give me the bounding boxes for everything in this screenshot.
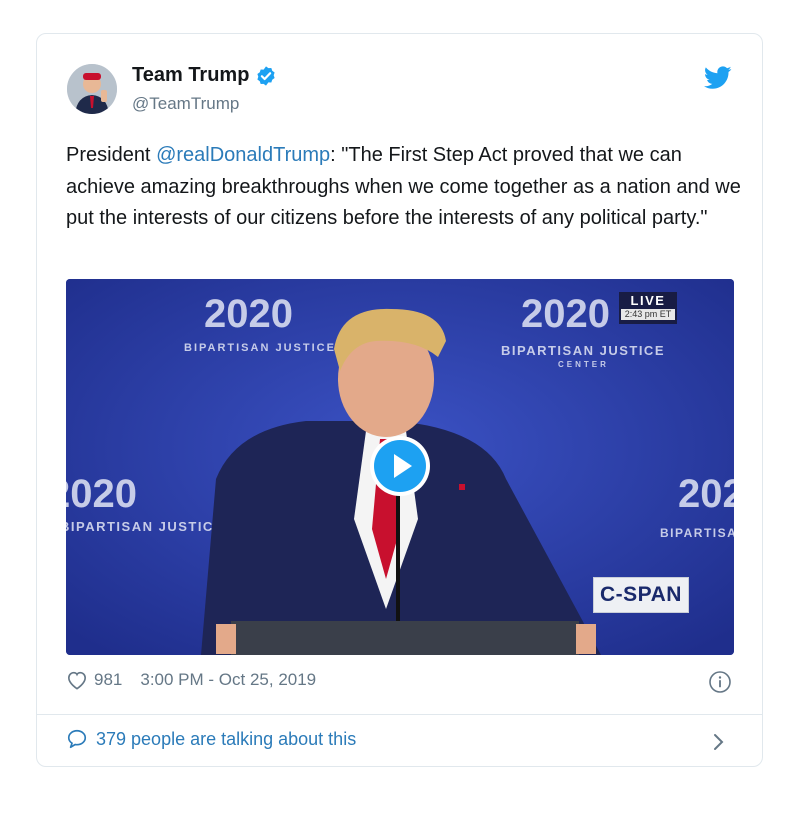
chevron-right-icon[interactable] <box>712 731 726 753</box>
tweet-text: President @realDonaldTrump: "The First S… <box>66 140 746 235</box>
backdrop-logo-number: 2020 <box>204 292 293 336</box>
like-count[interactable]: 981 <box>94 670 122 690</box>
live-time: 2:43 pm ET <box>621 309 675 320</box>
tweet-prefix: President <box>66 144 157 166</box>
reply-bubble-icon <box>67 729 87 749</box>
network-logo: C-SPAN <box>593 577 689 613</box>
backdrop-logo-text: BIPARTISAN JUSTICE <box>660 526 734 540</box>
author-handle[interactable]: @TeamTrump <box>132 94 239 114</box>
play-icon <box>374 440 426 492</box>
backdrop-logo-text: BIPARTISAN JUSTICE <box>184 342 336 354</box>
author-avatar[interactable] <box>67 64 117 114</box>
tweet-timestamp[interactable]: 3:00 PM - Oct 25, 2019 <box>140 670 316 690</box>
video-player[interactable]: 2020 BIPARTISAN JUSTICE 2020 BIPARTISAN … <box>66 279 734 655</box>
divider <box>37 714 762 715</box>
talking-count: 379 people are talking about this <box>96 728 357 749</box>
avatar-image <box>67 64 117 114</box>
play-button[interactable] <box>370 436 430 496</box>
backdrop-logo-number: 2020 <box>66 472 137 516</box>
verified-badge-icon <box>257 65 276 86</box>
backdrop-logo-number: 2020 <box>678 472 734 516</box>
info-icon[interactable] <box>708 670 732 694</box>
author-name-row: Team Trump <box>132 64 277 87</box>
tweet-card: Team Trump @TeamTrump President @realDon… <box>36 33 763 767</box>
author-name[interactable]: Team Trump <box>132 64 249 87</box>
live-label: LIVE <box>630 293 666 308</box>
live-badge: LIVE 2:43 pm ET <box>619 292 677 324</box>
heart-icon[interactable] <box>66 670 88 690</box>
backdrop-logo-sub: CENTER <box>558 360 609 369</box>
mention-link[interactable]: @realDonaldTrump <box>156 144 330 166</box>
backdrop-logo-number: 2020 <box>521 292 610 336</box>
tweet-meta: 981 3:00 PM - Oct 25, 2019 <box>66 670 316 690</box>
backdrop-logo-text: BIPARTISAN JUSTICE <box>501 343 665 358</box>
conversation-link[interactable]: 379 people are talking about this <box>66 728 356 750</box>
backdrop-logo-text: BIPARTISAN JUSTICE <box>66 519 224 534</box>
twitter-bird-icon[interactable] <box>704 66 732 90</box>
